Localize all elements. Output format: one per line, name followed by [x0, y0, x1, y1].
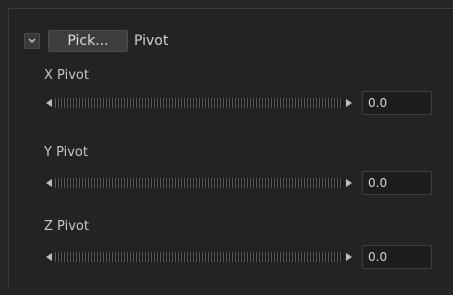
y-pivot-value-field[interactable]: 0.0 — [362, 171, 432, 195]
pick-button[interactable]: Pick... — [48, 30, 128, 52]
pivot-header: Pick... Pivot — [24, 30, 168, 52]
increment-arrow-icon[interactable] — [346, 253, 352, 261]
y-pivot-slider[interactable] — [46, 177, 352, 189]
pivot-collapse-toggle[interactable] — [24, 33, 40, 49]
z-pivot-value-field[interactable]: 0.0 — [362, 245, 432, 269]
x-pivot-value-field[interactable]: 0.0 — [362, 91, 432, 115]
slider-track[interactable] — [55, 178, 343, 188]
pivot-title: Pivot — [134, 33, 169, 49]
z-pivot-slider[interactable] — [46, 251, 352, 263]
chevron-down-icon — [28, 38, 36, 44]
increment-arrow-icon[interactable] — [346, 179, 352, 187]
z-pivot-label: Z Pivot — [44, 219, 89, 234]
slider-track[interactable] — [55, 98, 343, 108]
y-pivot-label: Y Pivot — [44, 145, 88, 160]
x-pivot-label: X Pivot — [44, 68, 89, 83]
slider-track[interactable] — [55, 252, 343, 262]
decrement-arrow-icon[interactable] — [46, 253, 52, 261]
decrement-arrow-icon[interactable] — [46, 99, 52, 107]
x-pivot-slider[interactable] — [46, 97, 352, 109]
increment-arrow-icon[interactable] — [346, 99, 352, 107]
decrement-arrow-icon[interactable] — [46, 179, 52, 187]
